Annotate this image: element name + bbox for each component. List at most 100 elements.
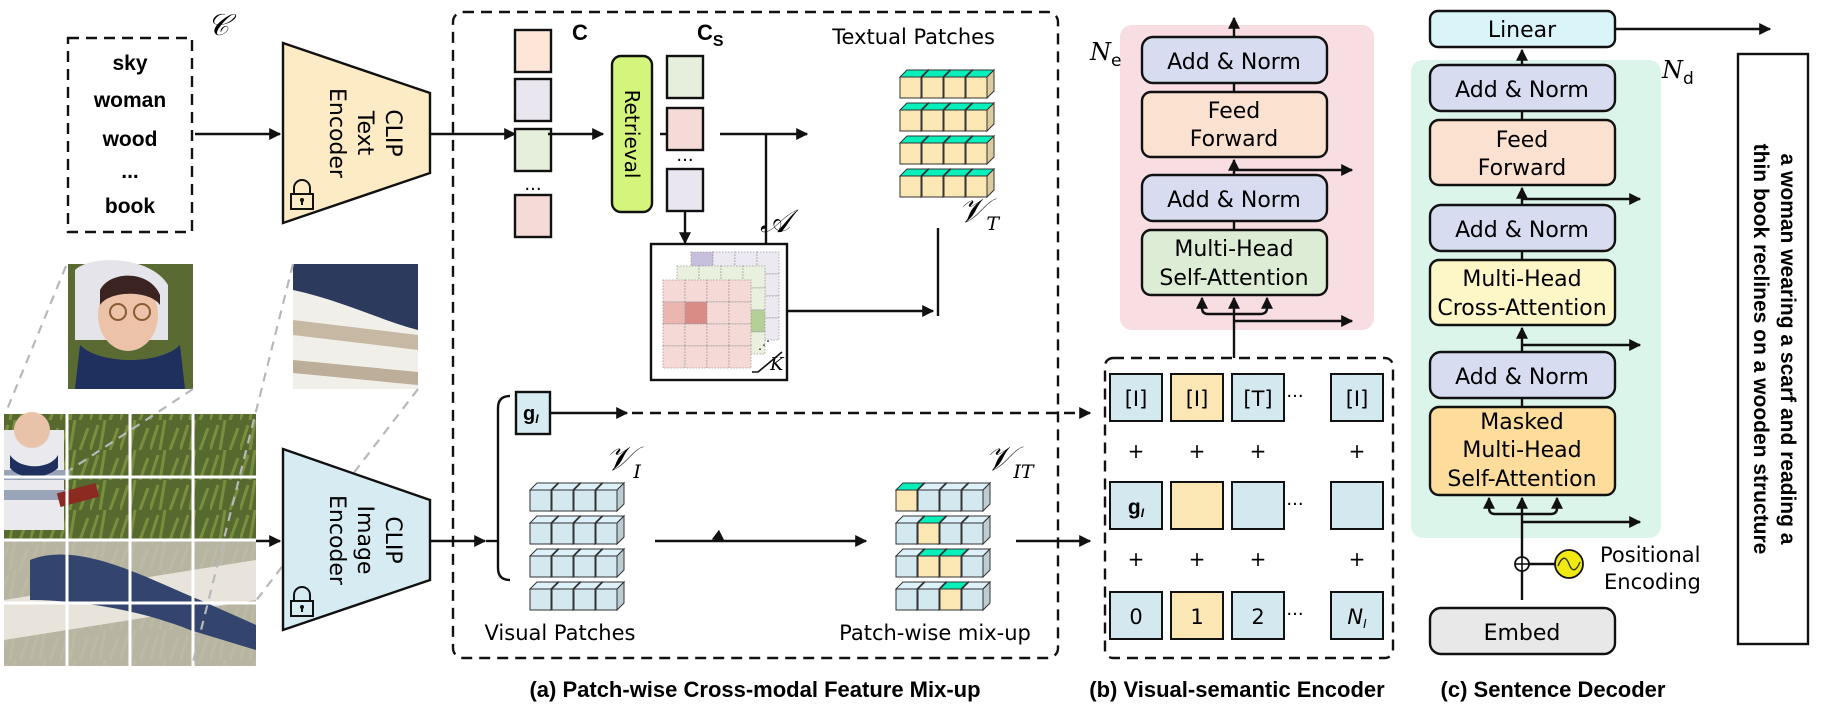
- concept-embedding: [513, 127, 553, 173]
- decoder-ff-label: Feed: [1496, 128, 1549, 153]
- token-grid: [I] [I] [T] ··· [I]+ + + +gI ···+ + + +0 1 2 ··· NI: [1109, 373, 1384, 640]
- vit-label-sub: IT: [1012, 461, 1035, 483]
- plus-sign: +: [1189, 547, 1206, 571]
- plus-sign: +: [1250, 439, 1267, 463]
- concept-embedding: [513, 77, 553, 123]
- attention-map-layer: [662, 279, 752, 369]
- cs-ellipsis: ...: [676, 145, 693, 166]
- decoder-add-norm-2-label: Add & Norm: [1455, 218, 1589, 243]
- patch-cube: [964, 134, 996, 166]
- attention-cell: [662, 323, 686, 347]
- attention-cell: [706, 301, 730, 325]
- patch-cube: [594, 547, 626, 579]
- attention-cell: [728, 279, 752, 303]
- nd-sub: d: [1683, 69, 1694, 89]
- decoder-masked-attn-label: Self-Attention: [1447, 467, 1596, 492]
- mixed-patch-grid: [894, 481, 992, 612]
- attention-cell: [662, 345, 686, 369]
- k-ellipsis: ⋰: [758, 338, 770, 352]
- patch-cube: [960, 514, 992, 546]
- image-encoder-label: Encoder: [324, 495, 349, 586]
- linear-label: Linear: [1488, 18, 1557, 43]
- cs-label-main: C: [697, 20, 713, 45]
- diagram-canvas: 𝒞 sky woman wood ... book CLIP Text Enco…: [4, 8, 1810, 702]
- attention-cell: [706, 279, 730, 303]
- patch-cube: [964, 101, 996, 133]
- concept-ellipsis: ...: [121, 160, 139, 183]
- textual-patches-label: Textual Patches: [831, 25, 995, 49]
- token-cell-label: 0: [1129, 605, 1142, 629]
- image-encoder-label: CLIP: [380, 516, 405, 563]
- visual-patch-grid: [528, 481, 626, 612]
- token-ellipsis: ···: [1286, 494, 1303, 515]
- plus-sign: +: [1128, 439, 1145, 463]
- pos-enc-label: Positional: [1600, 543, 1700, 567]
- decoder-ff-label: Forward: [1478, 156, 1566, 181]
- image-encoder-label: Image: [352, 506, 377, 575]
- ne-sub: e: [1111, 51, 1121, 71]
- decoder-add-norm-1-label: Add & Norm: [1455, 78, 1589, 103]
- decoder-caption: (c) Sentence Decoder: [1441, 677, 1666, 702]
- attention-cell: [728, 301, 752, 325]
- sentence-decoder: Nd Linear Add & Norm Feed Forward Add & …: [1411, 9, 1701, 702]
- token-cell: [1231, 481, 1285, 530]
- attention-cell: [684, 301, 708, 325]
- attention-cell: [728, 323, 752, 347]
- patch-cube: [594, 481, 626, 513]
- plus-sign: +: [1349, 547, 1366, 571]
- token-cell-label: [I]: [1125, 387, 1148, 411]
- pos-enc-label: Encoding: [1604, 570, 1701, 594]
- ne-label: Ne: [1089, 38, 1121, 71]
- attn-label: 𝒜: [760, 202, 799, 240]
- encoder-caption: (b) Visual-semantic Encoder: [1089, 677, 1385, 702]
- output-sentence: a woman wearing a scarf and reading a th…: [1736, 52, 1810, 646]
- attention-cell: [684, 279, 708, 303]
- selected-concept-embedding: [665, 54, 705, 100]
- token-cell-label: 2: [1251, 605, 1264, 629]
- attention-cell: [728, 345, 752, 369]
- concept-word: sky: [112, 52, 147, 75]
- patch-cube: [594, 514, 626, 546]
- text-encoder-label: Encoder: [324, 88, 349, 179]
- retrieval-label: Retrieval: [620, 90, 644, 179]
- clip-image-encoder: CLIP Image Encoder: [281, 447, 432, 632]
- text-encoder-label: CLIP: [380, 109, 405, 156]
- concept-embedding: [513, 28, 553, 74]
- clip-text-encoder: CLIP Text Encoder: [281, 41, 432, 225]
- zoom-patch-bench: [293, 264, 418, 389]
- encoder-mhsa-label: Self-Attention: [1159, 266, 1308, 291]
- encoder-add-norm-top-label: Add & Norm: [1167, 50, 1301, 75]
- plus-sign: +: [1128, 547, 1145, 571]
- attention-cell: [706, 345, 730, 369]
- selected-concept-embedding: [665, 106, 705, 152]
- patch-cube: [960, 580, 992, 612]
- patch-cube: [964, 68, 996, 100]
- plus-sign: +: [1250, 547, 1267, 571]
- encoder-ff-label: Forward: [1190, 127, 1278, 152]
- nd-label: Nd: [1661, 56, 1694, 89]
- decoder-masked-attn-label: Masked: [1480, 410, 1563, 435]
- patch-cube: [594, 580, 626, 612]
- cs-label: CS: [697, 20, 724, 50]
- concept-embedding: [513, 193, 553, 239]
- nd-main: N: [1661, 56, 1684, 84]
- visual-semantic-encoder: Ne Add & Norm Feed Forward Add & Norm Mu…: [1089, 16, 1463, 702]
- patch-bracket: [496, 394, 511, 582]
- concept-word: woman: [93, 89, 166, 112]
- attention-cell: [684, 345, 708, 369]
- c-label: C: [572, 20, 588, 45]
- output-sentence-line: thin book reclines on a wooden structure: [1749, 144, 1772, 555]
- decoder-cross-attn-label: Multi-Head: [1462, 267, 1581, 292]
- plus-sign: +: [1189, 439, 1206, 463]
- plus-sign: +: [1349, 439, 1366, 463]
- output-sentence-line: a woman wearing a scarf and reading a: [1776, 154, 1799, 545]
- input-image: [4, 412, 256, 666]
- patch-cube: [960, 481, 992, 513]
- cs-label-sub: S: [713, 33, 724, 50]
- textual-patch-grid: [898, 68, 996, 199]
- decoder-add-norm-3-label: Add & Norm: [1455, 365, 1589, 390]
- ne-main: N: [1089, 38, 1112, 66]
- text-encoder-label: Text: [352, 110, 377, 156]
- module-a-caption: (a) Patch-wise Cross-modal Feature Mix-u…: [529, 677, 980, 702]
- vt-label: 𝒱T: [958, 191, 1000, 235]
